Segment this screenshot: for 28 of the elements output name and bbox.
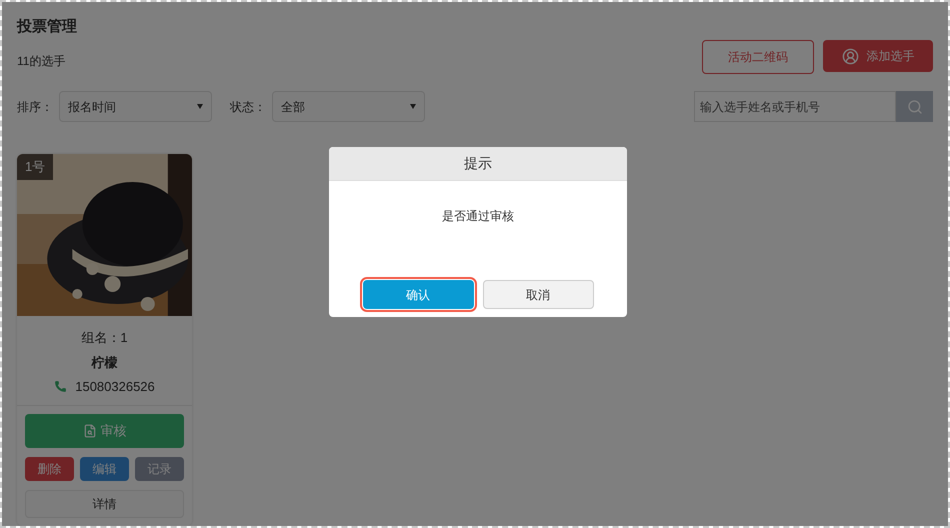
filter-select[interactable]: 全部 xyxy=(272,91,425,122)
dialog-title: 提示 xyxy=(464,154,492,173)
delete-button[interactable]: 删除 xyxy=(25,456,74,480)
qr-code-button[interactable]: 活动二维码 xyxy=(702,40,814,74)
search-icon xyxy=(906,98,922,114)
search-button[interactable] xyxy=(896,91,933,122)
filter-label: 状态： xyxy=(230,98,266,116)
confirm-button[interactable]: 确认 xyxy=(362,280,474,309)
cancel-button[interactable]: 取消 xyxy=(482,280,594,309)
user-icon xyxy=(842,48,858,64)
search-field[interactable]: 输入选手姓名或手机号 xyxy=(694,91,896,122)
review-button[interactable]: 审核 xyxy=(25,414,184,448)
add-contestant-button[interactable]: 添加选手 xyxy=(823,40,933,72)
dropdown-caret-icon xyxy=(410,104,416,109)
contestant-name: 柠檬 xyxy=(92,354,118,372)
contestant-count: 11的选手 xyxy=(17,52,66,70)
filter-select[interactable]: 报名时间 xyxy=(59,91,212,122)
detail-button[interactable]: 详情 xyxy=(25,490,184,518)
phone-number: 15080326526 xyxy=(75,378,155,396)
phone-icon xyxy=(54,380,68,394)
number-badge: 1号 xyxy=(17,154,54,180)
dropdown-caret-icon xyxy=(197,104,203,109)
page-title: 投票管理 xyxy=(17,17,77,37)
dialog-message: 是否通过审核 xyxy=(442,208,514,225)
edit-button[interactable]: 编辑 xyxy=(80,456,129,480)
group-name: 组名：1 xyxy=(81,329,128,347)
document-search-icon xyxy=(82,424,96,438)
filter-label: 排序： xyxy=(17,98,53,116)
